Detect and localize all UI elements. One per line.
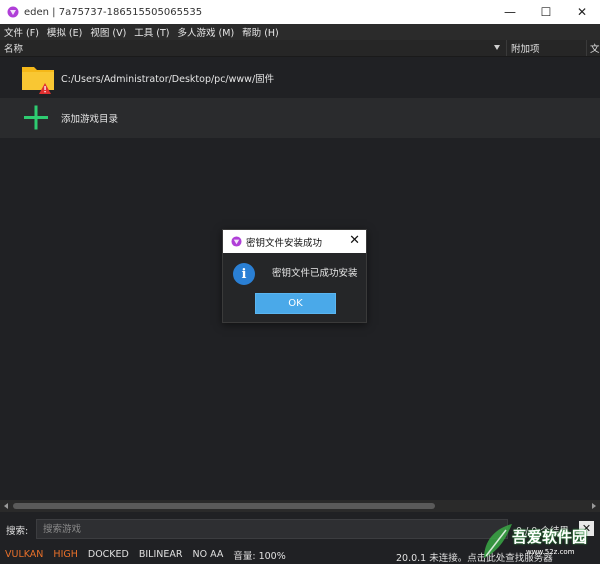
horizontal-scrollbar[interactable]	[0, 500, 600, 512]
minimize-button[interactable]: —	[492, 0, 528, 24]
status-bar: VULKAN HIGH DOCKED BILINEAR NO AA 音量: 10…	[0, 545, 600, 564]
column-more-label: 文	[590, 44, 600, 55]
scrollbar-thumb[interactable]	[13, 503, 435, 509]
menu-file[interactable]: 文件 (F)	[0, 25, 43, 39]
status-graphics-api[interactable]: VULKAN	[5, 549, 43, 560]
game-dir-row[interactable]: C:/Users/Administrator/Desktop/pc/www/固件	[0, 58, 600, 98]
column-more-header[interactable]: 文	[586, 40, 600, 56]
close-icon: ✕	[576, 5, 588, 19]
search-input[interactable]	[36, 519, 508, 539]
arrow-left-icon	[4, 503, 8, 509]
dialog-title-bar: 密钥文件安装成功 ✕	[223, 230, 366, 253]
menu-emulation[interactable]: 模拟 (E)	[43, 25, 86, 39]
arrow-right-icon	[592, 503, 596, 509]
column-name-header[interactable]: 名称	[0, 40, 506, 56]
scroll-left-button[interactable]	[0, 500, 12, 512]
clear-search-button[interactable]: ✕	[579, 521, 594, 536]
dialog-body: i 密钥文件已成功安装 OK	[223, 253, 366, 324]
menu-tools[interactable]: 工具 (T)	[130, 25, 173, 39]
menu-help[interactable]: 帮助 (H)	[238, 25, 283, 39]
menu-view[interactable]: 视图 (V)	[86, 25, 130, 39]
close-window-button[interactable]: ✕	[564, 0, 600, 24]
folder-warning-icon	[18, 58, 58, 98]
dialog-title: 密钥文件安装成功	[246, 237, 323, 249]
ok-button[interactable]: OK	[255, 293, 336, 314]
status-antialiasing[interactable]: NO AA	[192, 549, 223, 560]
plus-icon	[18, 98, 58, 138]
eden-logo-icon	[7, 6, 19, 18]
search-result-count: 0 / 0 个结果	[516, 526, 569, 537]
add-game-dir-row[interactable]: 添加游戏目录	[0, 98, 600, 138]
add-game-dir-label: 添加游戏目录	[61, 114, 119, 125]
eden-logo-icon	[231, 236, 242, 247]
success-dialog: 密钥文件安装成功 ✕ i 密钥文件已成功安装 OK	[222, 229, 367, 323]
window-title: eden | 7a75737-186515505065535	[24, 6, 203, 18]
maximize-button[interactable]: ☐	[528, 0, 564, 24]
status-filter[interactable]: BILINEAR	[139, 549, 183, 560]
info-icon: i	[233, 263, 255, 285]
scroll-right-button[interactable]	[588, 500, 600, 512]
search-label: 搜索:	[6, 526, 29, 537]
sort-descending-icon	[494, 45, 500, 50]
status-volume[interactable]: 音量: 100%	[233, 548, 285, 562]
column-name-label: 名称	[4, 44, 24, 55]
game-dir-path: C:/Users/Administrator/Desktop/pc/www/固件	[61, 74, 275, 85]
title-bar: eden | 7a75737-186515505065535 — ☐ ✕	[0, 0, 600, 24]
column-addons-header[interactable]: 附加项	[506, 40, 586, 56]
dialog-message: 密钥文件已成功安装	[272, 268, 358, 279]
status-dock-mode[interactable]: DOCKED	[88, 549, 129, 560]
minimize-icon: —	[504, 5, 516, 19]
search-bar: 搜索: 0 / 0 个结果 ✕	[0, 515, 600, 543]
column-addons-label: 附加项	[511, 44, 540, 55]
status-network[interactable]: 20.0.1 未连接。点击此处查找服务器	[396, 550, 553, 564]
menu-bar: 文件 (F) 模拟 (E) 视图 (V) 工具 (T) 多人游戏 (M) 帮助 …	[0, 24, 600, 40]
maximize-icon: ☐	[540, 5, 552, 19]
column-header: 名称 附加项 文	[0, 40, 600, 57]
menu-multiplayer[interactable]: 多人游戏 (M)	[174, 25, 239, 39]
dialog-close-button[interactable]: ✕	[349, 234, 360, 248]
status-gpu-accuracy[interactable]: HIGH	[53, 549, 77, 560]
